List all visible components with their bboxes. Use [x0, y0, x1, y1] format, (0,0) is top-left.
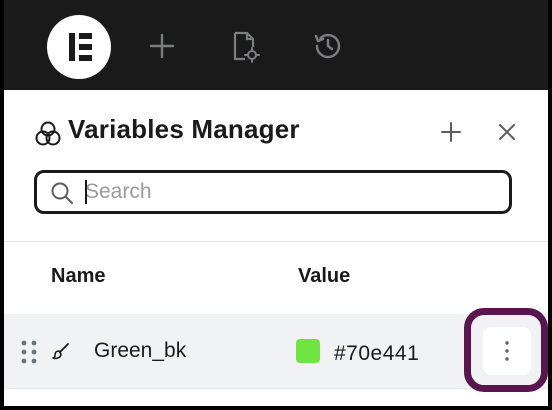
drag-handle-icon[interactable]	[20, 339, 38, 365]
text-cursor	[85, 180, 87, 204]
column-header-value: Value	[298, 265, 351, 287]
elementor-logo-icon[interactable]	[47, 15, 111, 79]
search-field[interactable]	[34, 170, 512, 214]
panel-title: Variables Manager	[68, 114, 300, 144]
add-variable-button[interactable]	[436, 117, 466, 147]
plus-icon[interactable]	[144, 28, 180, 64]
top-toolbar	[4, 0, 548, 90]
variable-value: #70e441	[334, 342, 420, 365]
search-input[interactable]	[85, 179, 485, 205]
column-header-name: Name	[51, 265, 106, 287]
close-icon[interactable]	[492, 117, 522, 147]
divider	[4, 241, 548, 242]
divider	[4, 388, 548, 389]
color-swatch	[296, 339, 320, 363]
app-frame: Variables Manager Name Value	[4, 0, 548, 406]
more-vertical-icon	[505, 341, 509, 361]
variables-icon	[35, 121, 61, 146]
brush-icon	[52, 343, 69, 360]
row-more-options-button[interactable]	[483, 327, 531, 375]
history-icon[interactable]	[310, 28, 346, 64]
variable-name: Green_bk	[94, 339, 187, 362]
page-settings-icon[interactable]	[226, 28, 262, 64]
search-icon	[51, 182, 73, 204]
variables-manager-panel: Variables Manager Name Value	[4, 90, 548, 406]
